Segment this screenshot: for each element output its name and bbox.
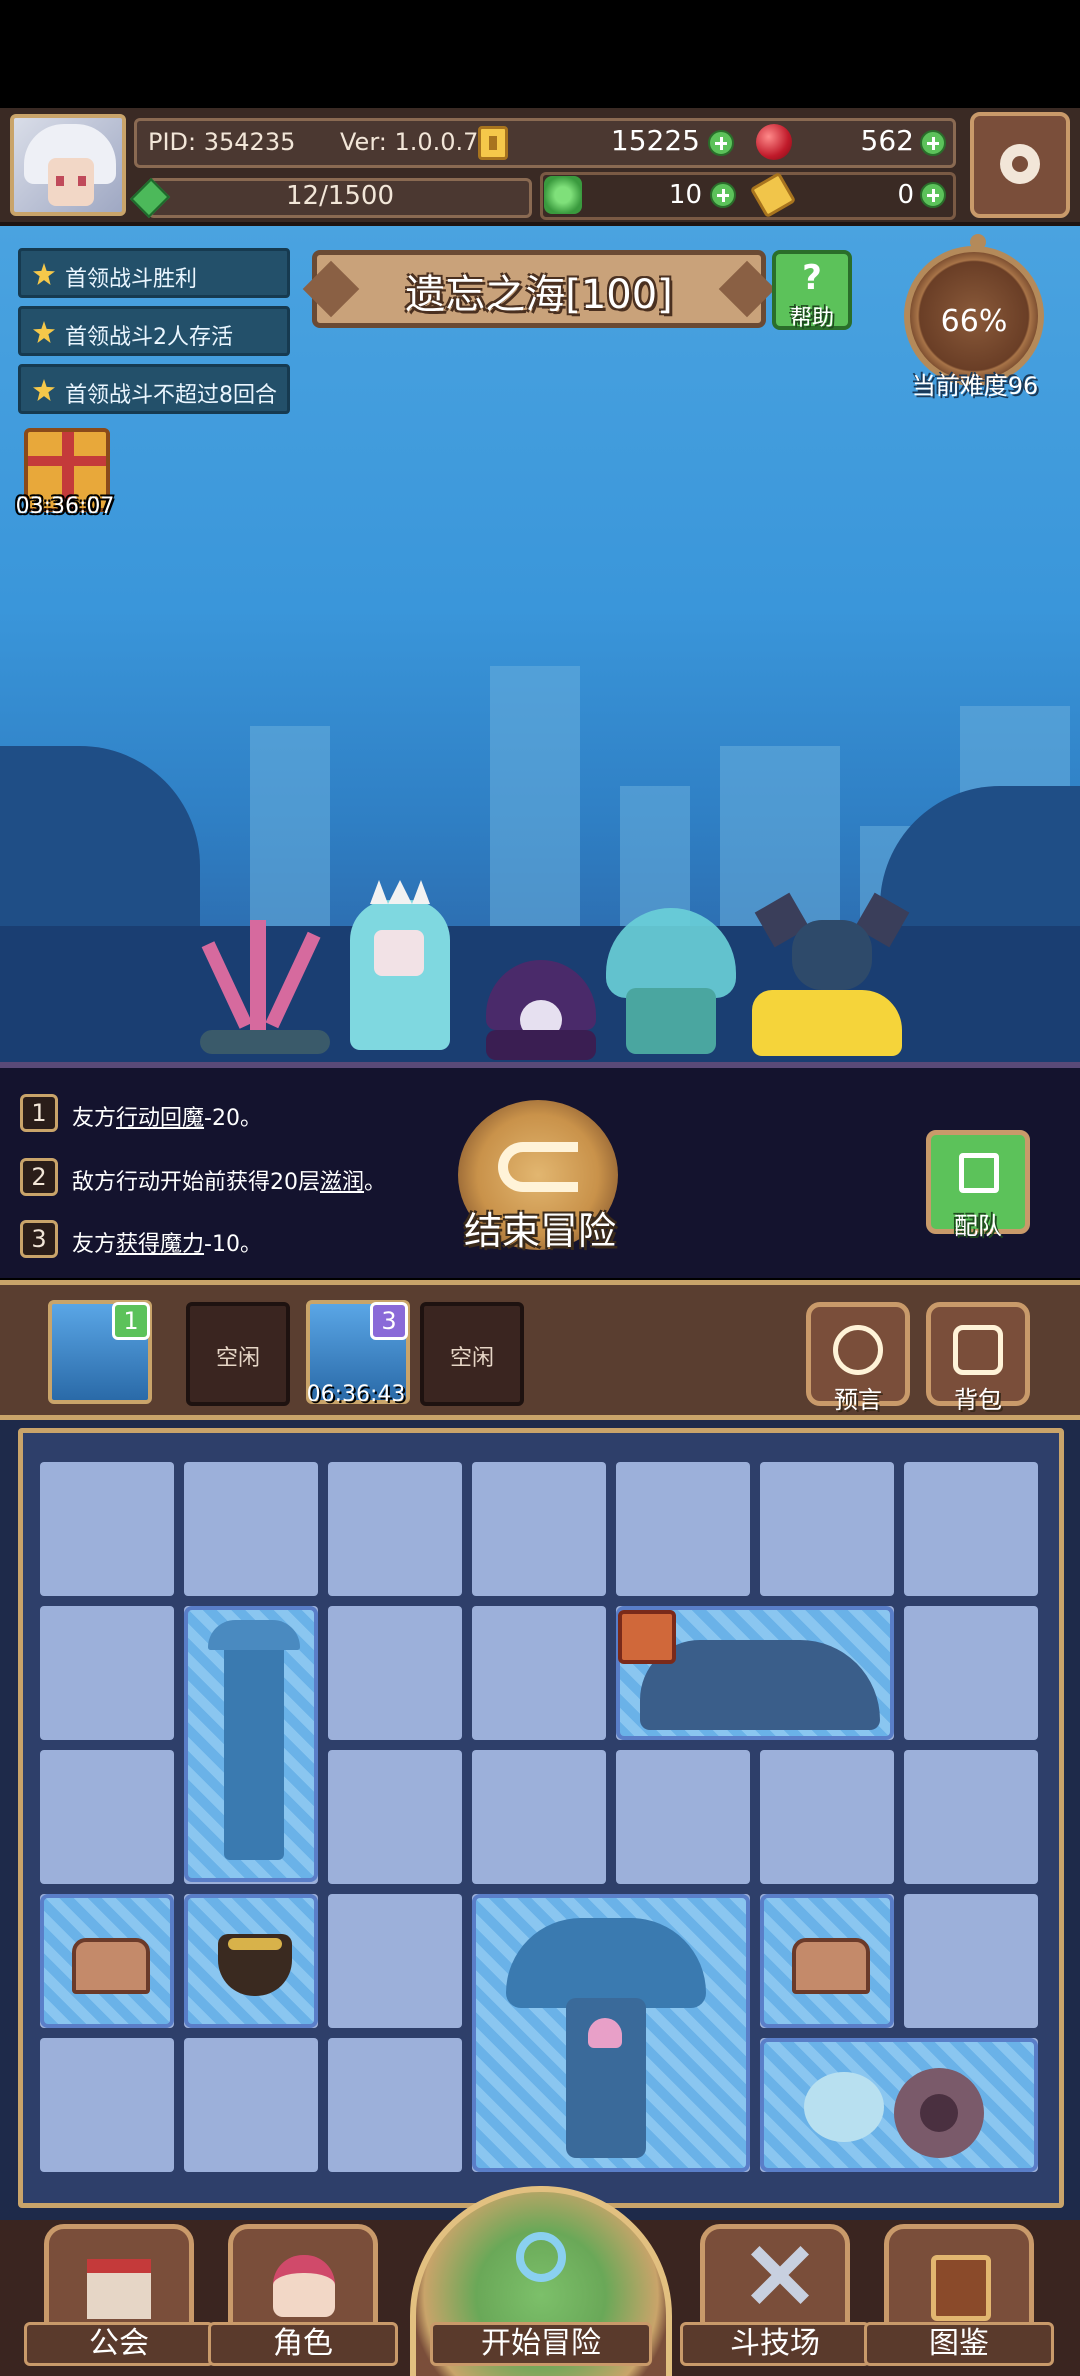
player-avatar[interactable] bbox=[10, 114, 126, 216]
effect-number: 3 bbox=[20, 1220, 58, 1258]
board-cell[interactable] bbox=[760, 1462, 894, 1596]
anemone-tile[interactable] bbox=[760, 2038, 1038, 2172]
board-cell[interactable] bbox=[616, 1750, 750, 1884]
difficulty-percent: 66% bbox=[940, 304, 1008, 339]
team-icon bbox=[959, 1153, 999, 1193]
treasure-chest-tile[interactable] bbox=[40, 1894, 174, 2028]
help-label: 帮助 bbox=[789, 306, 834, 331]
effect-text: 友方行动回魔-20。 bbox=[72, 1106, 262, 1131]
nav-codex-label: 图鉴 bbox=[864, 2322, 1054, 2366]
board-cell[interactable] bbox=[328, 1606, 462, 1740]
board-cell[interactable] bbox=[904, 1750, 1038, 1884]
bag-label: 背包 bbox=[954, 1386, 1002, 1414]
slot-idle-label: 空闲 bbox=[215, 1346, 260, 1371]
settings-button[interactable] bbox=[970, 112, 1070, 218]
effect-number: 1 bbox=[20, 1094, 58, 1132]
board-cell[interactable] bbox=[40, 1462, 174, 1596]
pillar-tile[interactable] bbox=[184, 1606, 318, 1882]
red-gem-icon bbox=[756, 124, 792, 160]
board-cell[interactable] bbox=[904, 1462, 1038, 1596]
board-cell[interactable] bbox=[184, 2038, 318, 2172]
add-gem-icon[interactable] bbox=[920, 130, 946, 156]
status-bar bbox=[0, 0, 1080, 108]
slot-badge: 1 bbox=[112, 1302, 150, 1340]
backpack-icon bbox=[953, 1325, 1003, 1375]
question-icon: ? bbox=[802, 258, 822, 298]
nav-start-label: 开始冒险 bbox=[430, 2322, 652, 2366]
add-clover-icon[interactable] bbox=[710, 182, 736, 208]
effect-keyword-link[interactable]: 滋润 bbox=[320, 1170, 364, 1195]
board-cell[interactable] bbox=[40, 1606, 174, 1740]
nav-arena-label: 斗技场 bbox=[680, 2322, 870, 2366]
player-id: PID: 354235 bbox=[148, 128, 296, 156]
scroll-count: 0 bbox=[897, 180, 914, 210]
nav-guild-label: 公会 bbox=[24, 2322, 214, 2366]
board-cell[interactable] bbox=[328, 1462, 462, 1596]
team-label: 配队 bbox=[954, 1212, 1002, 1240]
treasure-chest-tile[interactable] bbox=[760, 1894, 894, 2028]
gear-icon bbox=[1000, 144, 1040, 184]
guild-hall-icon bbox=[87, 2259, 151, 2319]
quest-item: 首领战斗2人存活 bbox=[18, 306, 290, 356]
prophecy-label: 预言 bbox=[834, 1386, 882, 1414]
slot-badge: 3 bbox=[370, 1302, 408, 1340]
board-cell[interactable] bbox=[472, 1606, 606, 1740]
effect-text: 敌方行动开始前获得20层滋润。 bbox=[72, 1170, 387, 1195]
dragon-girl-sprite[interactable] bbox=[752, 892, 912, 1060]
stage-title: 遗忘之海[100] bbox=[405, 272, 673, 318]
board-cell[interactable] bbox=[328, 1894, 462, 2028]
version-label: Ver: 1.0.0.7 bbox=[340, 128, 479, 156]
coin-icon bbox=[478, 126, 508, 160]
quest-item: 首领战斗不超过8回合 bbox=[18, 364, 290, 414]
board-cell[interactable] bbox=[184, 1462, 318, 1596]
coral-reef-tile[interactable] bbox=[472, 1894, 750, 2172]
add-scroll-icon[interactable] bbox=[920, 182, 946, 208]
nav-role-label: 角色 bbox=[208, 2322, 398, 2366]
coral-sprite bbox=[200, 900, 330, 1054]
locked-tile-icon bbox=[618, 1610, 676, 1664]
board-cell[interactable] bbox=[328, 2038, 462, 2172]
magnifier-icon bbox=[516, 2232, 566, 2282]
stamina-value: 12/1500 bbox=[285, 181, 394, 211]
gem-count: 562 bbox=[860, 124, 914, 157]
cauldron-tile[interactable] bbox=[184, 1894, 318, 2028]
character-icon bbox=[273, 2255, 335, 2317]
end-adventure-label: 结束冒险 bbox=[463, 1209, 616, 1253]
board-cell[interactable] bbox=[904, 1894, 1038, 2028]
effect-text: 友方获得魔力-10。 bbox=[72, 1232, 262, 1257]
map-slot-bar bbox=[0, 1280, 1080, 1420]
board-cell[interactable] bbox=[472, 1462, 606, 1596]
quest-item: 首领战斗胜利 bbox=[18, 248, 290, 298]
book-icon bbox=[931, 2255, 991, 2321]
star-icon bbox=[33, 321, 55, 343]
clover-count: 10 bbox=[668, 180, 702, 210]
effect-number: 2 bbox=[20, 1158, 58, 1196]
slot-idle-label: 空闲 bbox=[449, 1346, 494, 1371]
star-icon bbox=[33, 263, 55, 285]
effect-keyword-link[interactable]: 行动回魔 bbox=[116, 1106, 204, 1131]
difficulty-label: 当前难度96 bbox=[911, 372, 1039, 400]
gift-timer: 03:36:07 bbox=[15, 494, 115, 519]
crystal-ball-icon bbox=[833, 1325, 883, 1375]
add-coin-icon[interactable] bbox=[708, 130, 734, 156]
board-cell[interactable] bbox=[616, 1462, 750, 1596]
jellyfish-hero-sprite[interactable] bbox=[596, 908, 746, 1058]
star-icon bbox=[33, 379, 55, 401]
clover-icon bbox=[544, 176, 582, 214]
board-cell[interactable] bbox=[40, 1750, 174, 1884]
board-cell[interactable] bbox=[904, 1606, 1038, 1740]
board-cell[interactable] bbox=[328, 1750, 462, 1884]
effect-keyword-link[interactable]: 获得魔力 bbox=[116, 1232, 204, 1257]
return-arrow-icon bbox=[498, 1142, 578, 1192]
coin-count: 15225 bbox=[610, 124, 700, 157]
board-cell[interactable] bbox=[40, 2038, 174, 2172]
slot-timer: 06:36:43 bbox=[306, 1382, 406, 1407]
clam-sprite[interactable] bbox=[486, 960, 596, 1060]
board-cell[interactable] bbox=[472, 1750, 606, 1884]
mermaid-hero-sprite[interactable] bbox=[330, 880, 470, 1055]
board-cell[interactable] bbox=[760, 1750, 894, 1884]
